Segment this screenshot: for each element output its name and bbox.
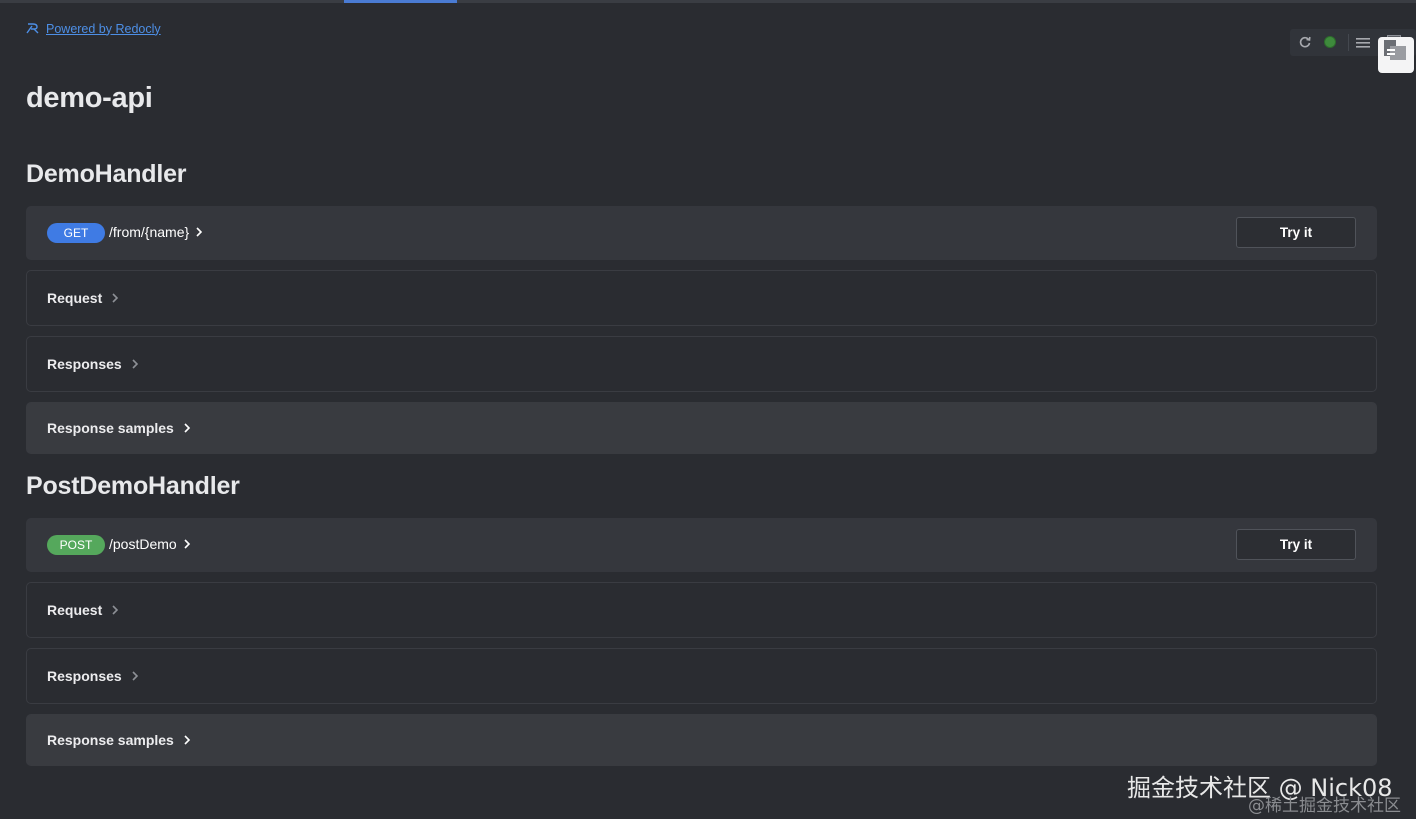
response-samples-panel[interactable]: Response samples [26, 402, 1377, 454]
panel-header: Response samples [47, 732, 191, 748]
powered-by: Powered by Redocly [26, 21, 161, 36]
panel-label: Responses [47, 668, 122, 684]
top-divider [0, 0, 1416, 3]
request-panel[interactable]: Request [26, 582, 1377, 638]
chevron-right-icon [183, 423, 191, 433]
panel-label: Request [47, 602, 103, 618]
chevron-right-icon [131, 359, 139, 369]
panel-label: Request [47, 290, 103, 306]
scroll-progress-bar [344, 0, 457, 3]
chevron-right-icon [195, 227, 203, 237]
http-method-badge: POST [47, 535, 105, 555]
refresh-icon[interactable] [1298, 35, 1312, 49]
api-title: demo-api [26, 82, 153, 114]
operation-row[interactable]: POST /postDemo Try it [26, 518, 1377, 572]
responses-panel[interactable]: Responses [26, 336, 1377, 392]
chevron-right-icon [111, 605, 119, 615]
panel-label: Response samples [47, 732, 174, 748]
toolbar-separator [1348, 34, 1349, 51]
watermark-secondary: @稀土掘金技术社区 [1248, 796, 1401, 816]
chevron-right-icon [183, 735, 191, 745]
panel-header: Response samples [47, 420, 191, 436]
panel-label: Responses [47, 356, 122, 372]
panel-line [1387, 53, 1395, 55]
response-samples-panel[interactable]: Response samples [26, 714, 1377, 766]
panel-line [1387, 49, 1395, 51]
panel-header: Request [47, 290, 119, 306]
try-it-button[interactable]: Try it [1236, 217, 1356, 248]
panel-header: Request [47, 602, 119, 618]
section-title: DemoHandler [26, 160, 187, 188]
endpoint-path-text: /from/{name} [109, 224, 190, 240]
redoc-page: Powered by Redocly demo-api DemoHandler [0, 0, 1416, 819]
section-title: PostDemoHandler [26, 472, 240, 500]
chevron-right-icon [111, 293, 119, 303]
try-it-button[interactable]: Try it [1236, 529, 1356, 560]
panel-header: Responses [47, 356, 139, 372]
menu-icon[interactable] [1356, 36, 1370, 50]
chevron-right-icon [183, 539, 191, 549]
endpoint-path-text: /postDemo [109, 536, 177, 552]
powered-by-link[interactable]: Powered by Redocly [46, 22, 161, 36]
request-panel[interactable]: Request [26, 270, 1377, 326]
http-method-badge: GET [47, 223, 105, 243]
panel-label: Response samples [47, 420, 174, 436]
endpoint-path[interactable]: /from/{name} [109, 224, 203, 240]
floating-panel-button[interactable] [1378, 37, 1414, 73]
responses-panel[interactable]: Responses [26, 648, 1377, 704]
status-dot-icon[interactable] [1324, 36, 1336, 48]
endpoint-path[interactable]: /postDemo [109, 536, 191, 552]
redocly-logo-icon [26, 21, 41, 36]
chevron-right-icon [131, 671, 139, 681]
panel-header: Responses [47, 668, 139, 684]
operation-row[interactable]: GET /from/{name} Try it [26, 206, 1377, 260]
